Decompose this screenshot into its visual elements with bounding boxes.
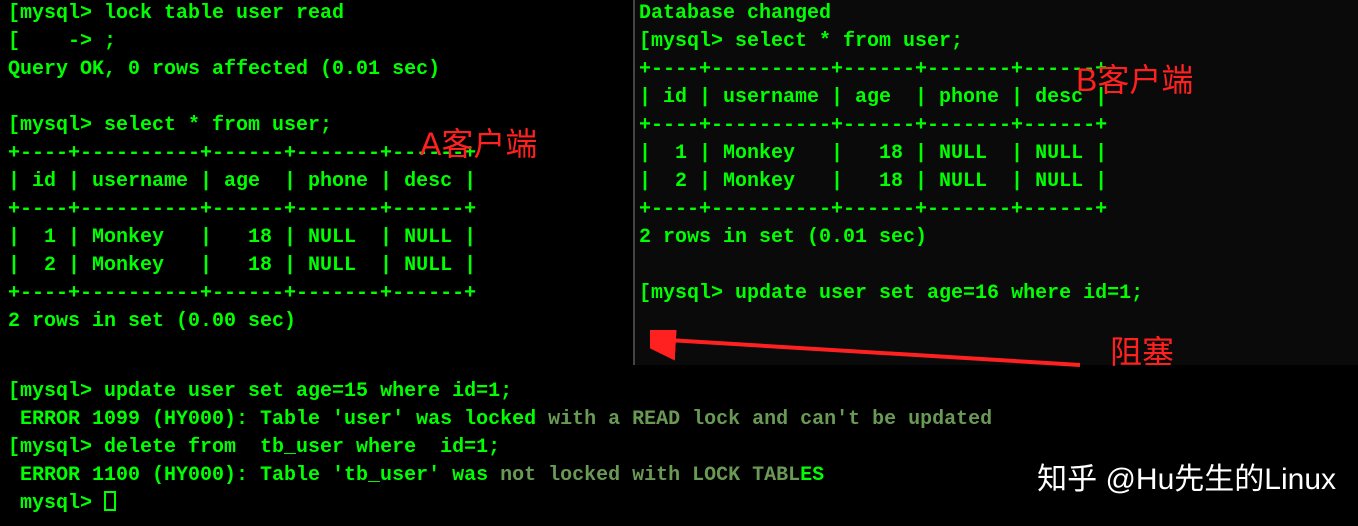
error-text-dim: with a READ lock and can't be updated	[536, 408, 992, 431]
sql-prompt: [mysql>	[8, 436, 92, 459]
error-text: ERROR 1099 (HY000): Table 'user' was loc…	[8, 408, 536, 431]
watermark-text: 知乎 @Hu先生的Linux	[1037, 459, 1336, 501]
result-summary: 2 rows in set (0.01 sec)	[639, 226, 927, 249]
table-header: | id | username | age | phone | desc |	[639, 86, 1107, 109]
sql-prompt: [mysql>	[639, 30, 723, 53]
left-terminal[interactable]: [mysql> lock table user read [ -> ; Quer…	[8, 0, 633, 336]
table-border: +----+----------+------+-------+------+	[639, 114, 1107, 137]
table-row: | 1 | Monkey | 18 | NULL | NULL |	[8, 226, 476, 249]
sql-command: delete from tb_user where id=1;	[92, 436, 500, 459]
sql-command: ;	[92, 30, 116, 53]
sql-command: select * from user;	[723, 30, 963, 53]
sql-prompt: [mysql>	[639, 282, 723, 305]
sql-command: lock table user read	[92, 2, 344, 25]
sql-prompt: [mysql>	[8, 2, 92, 25]
table-border: +----+----------+------+-------+------+	[8, 282, 476, 305]
sql-prompt-continue: [ ->	[8, 30, 92, 53]
right-terminal[interactable]: Database changed [mysql> select * from u…	[635, 0, 1355, 308]
label-client-b: B客户端	[1076, 58, 1193, 103]
result-summary: 2 rows in set (0.00 sec)	[8, 310, 296, 333]
error-text: ES	[800, 464, 824, 487]
table-border: +----+----------+------+-------+------+	[8, 142, 476, 165]
error-text: ERROR 1100 (HY000): Table 'tb_user' was	[8, 464, 488, 487]
sql-command: update user set age=16 where id=1;	[723, 282, 1143, 305]
table-border: +----+----------+------+-------+------+	[639, 58, 1107, 81]
sql-prompt: [mysql>	[8, 380, 92, 403]
table-row: | 2 | Monkey | 18 | NULL | NULL |	[639, 170, 1107, 193]
sql-prompt: [mysql>	[8, 114, 92, 137]
db-changed: Database changed	[639, 2, 831, 25]
label-client-a: A客户端	[420, 122, 537, 167]
table-row: | 1 | Monkey | 18 | NULL | NULL |	[639, 142, 1107, 165]
table-row: | 2 | Monkey | 18 | NULL | NULL |	[8, 254, 476, 277]
cursor-icon	[104, 491, 116, 511]
sql-command: select * from user;	[92, 114, 332, 137]
table-border: +----+----------+------+-------+------+	[639, 198, 1107, 221]
sql-command: update user set age=15 where id=1;	[92, 380, 512, 403]
label-blocked: 阻塞	[1110, 330, 1174, 375]
error-text-dim: not locked with LOCK TABL	[488, 464, 800, 487]
table-header: | id | username | age | phone | desc |	[8, 170, 476, 193]
table-border: +----+----------+------+-------+------+	[8, 198, 476, 221]
query-result: Query OK, 0 rows affected (0.01 sec)	[8, 58, 440, 81]
sql-prompt: mysql>	[8, 492, 92, 515]
